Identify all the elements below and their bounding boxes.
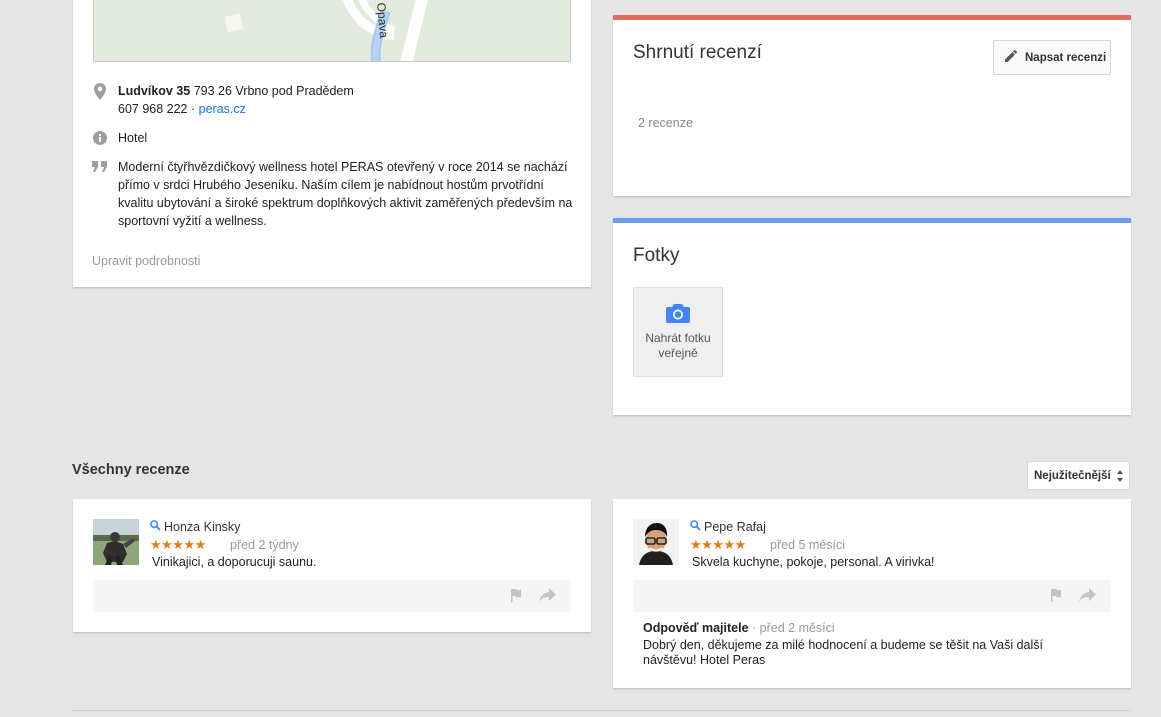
place-info-card: Opava Ludvíkov 35 793 26 Vrbno pod Pradě… <box>73 0 591 287</box>
reviewer-name-text: Pepe Rafaj <box>704 520 766 534</box>
review-time: před 5 měsíci <box>770 538 846 552</box>
star-rating: ★★★★★ <box>690 537 746 552</box>
address-street: Ludvíkov 35 <box>118 84 191 98</box>
owner-reply-label: Odpověď majitele <box>643 621 749 635</box>
camera-icon <box>666 303 690 327</box>
photos-card: Fotky Nahrát fotku veřejně <box>613 218 1131 415</box>
share-icon[interactable] <box>1079 588 1097 607</box>
review-card: Honza Kinsky ★★★★★ před 2 týdny Vinikaji… <box>73 499 591 632</box>
upload-label-line1: Nahrát fotku <box>645 331 711 345</box>
category-label: Hotel <box>118 131 148 145</box>
divider <box>72 710 1131 711</box>
owner-reply-text: Dobrý den, děkujeme za milé hodnocení a … <box>643 638 1043 667</box>
review-action-bar <box>93 580 571 612</box>
photos-title: Fotky <box>633 245 680 266</box>
review-time: před 2 týdny <box>230 538 299 552</box>
summary-title: Shrnutí recenzí <box>633 42 762 63</box>
review-summary-card: Shrnutí recenzí Napsat recenzi 2 recenze <box>613 15 1131 196</box>
review-text: Skvela kuchyne, pokoje, personal. A viri… <box>692 555 935 569</box>
reviewer-name[interactable]: Honza Kinsky <box>150 520 240 534</box>
quote-icon <box>92 159 108 175</box>
flag-icon[interactable] <box>1049 588 1063 607</box>
owner-reply-time: · před 2 měsíci <box>748 621 835 635</box>
review-count: 2 recenze <box>638 116 693 130</box>
review-text: Vinikajici, a doporucuji saunu. <box>152 555 317 569</box>
reviewer-name[interactable]: Pepe Rafaj <box>690 520 766 534</box>
avatar[interactable] <box>633 519 679 565</box>
category-row: Hotel <box>92 129 573 147</box>
avatar[interactable] <box>93 519 139 565</box>
separator: · <box>187 102 199 116</box>
upload-photo-button[interactable]: Nahrát fotku veřejně <box>633 287 723 377</box>
pencil-icon <box>1003 48 1019 67</box>
review-action-bar <box>633 580 1111 612</box>
location-pin-icon <box>92 83 108 100</box>
sort-selected-value: Nejužitečnější <box>1034 469 1111 482</box>
sort-arrows-icon <box>1116 469 1124 486</box>
description-text: Moderní čtyřhvězdičkový wellness hotel P… <box>118 160 573 228</box>
map-preview[interactable]: Opava <box>93 0 571 62</box>
info-icon <box>92 130 108 146</box>
owner-reply: Odpověď majitele · před 2 měsíci Dobrý d… <box>643 621 1091 668</box>
upload-label-line2: veřejně <box>658 346 698 360</box>
search-icon <box>690 520 701 534</box>
description-row: Moderní čtyřhvězdičkový wellness hotel P… <box>92 158 573 230</box>
write-review-label: Napsat recenzi <box>1025 51 1107 64</box>
reviewer-name-text: Honza Kinsky <box>164 520 241 534</box>
address-city: 793 26 Vrbno pod Pradědem <box>190 84 354 98</box>
address-row: Ludvíkov 35 793 26 Vrbno pod Pradědem 60… <box>92 82 573 118</box>
search-icon <box>150 520 161 534</box>
sort-select[interactable]: Nejužitečnější <box>1027 461 1130 490</box>
share-icon[interactable] <box>539 588 557 607</box>
edit-details-link[interactable]: Upravit podrobnosti <box>92 254 200 268</box>
write-review-button[interactable]: Napsat recenzi <box>993 40 1111 75</box>
map-roads: Opava <box>94 0 570 61</box>
review-card: Pepe Rafaj ★★★★★ před 5 měsíci Skvela ku… <box>613 499 1131 688</box>
star-rating: ★★★★★ <box>150 537 206 552</box>
phone-number[interactable]: 607 968 222 <box>118 102 188 116</box>
website-link[interactable]: peras.cz <box>199 102 246 116</box>
all-reviews-title: Všechny recenze <box>72 462 190 478</box>
flag-icon[interactable] <box>509 588 523 607</box>
